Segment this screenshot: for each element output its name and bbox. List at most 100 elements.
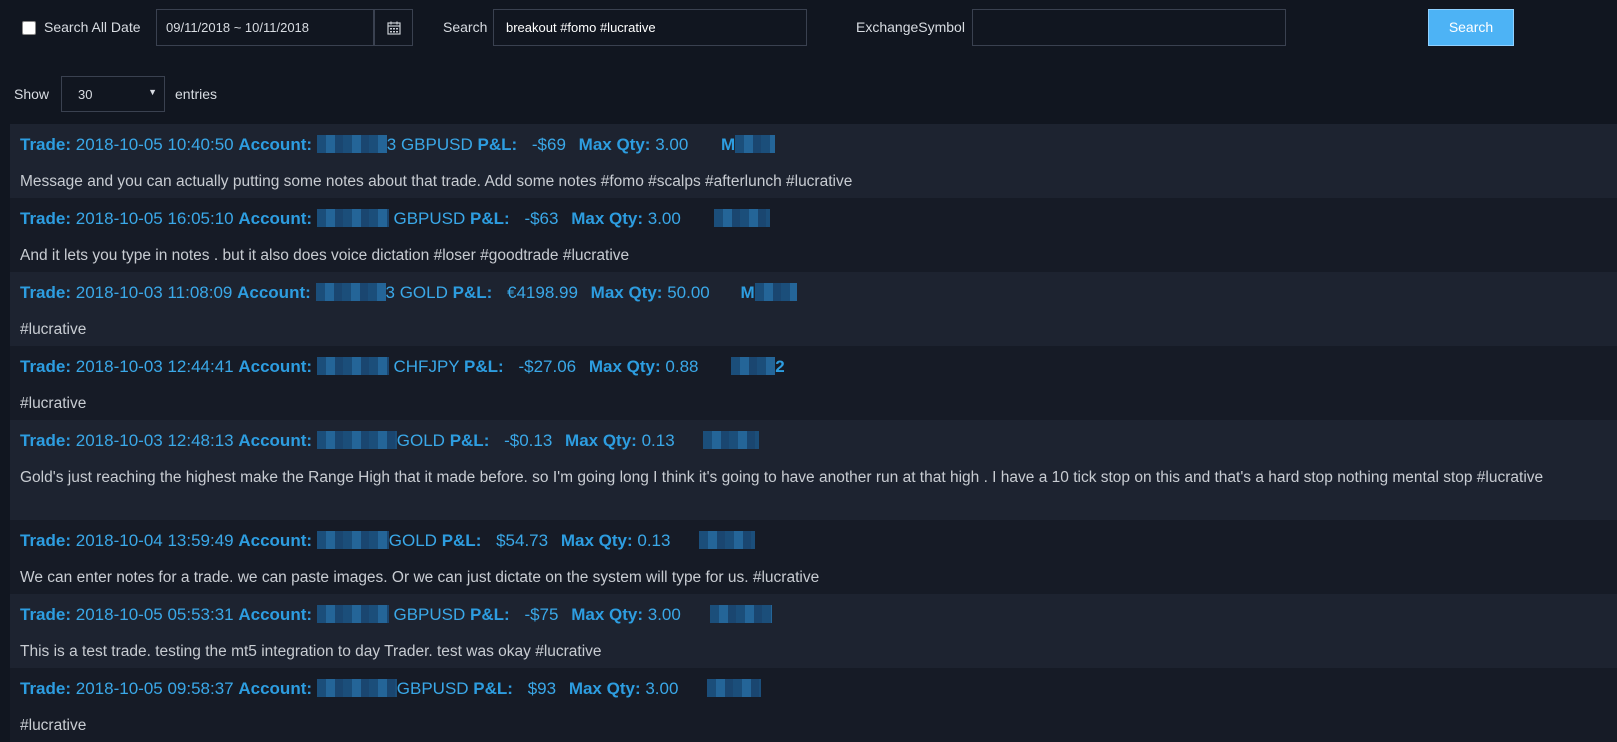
trade-label: Trade: — [20, 679, 72, 698]
trade-datetime: 2018-10-05 10:40:50 — [75, 135, 234, 154]
search-button[interactable]: Search — [1428, 9, 1514, 46]
maxqty-label: Max Qty: — [578, 135, 651, 154]
show-label: Show — [14, 86, 50, 102]
user-redacted — [709, 605, 772, 623]
user-tag: M — [721, 135, 736, 154]
account-label: Account: — [238, 431, 313, 450]
entries-select[interactable]: 30 ▼ — [61, 76, 165, 112]
list-item[interactable]: Trade: 2018-10-03 12:44:41 Account: CHFJ… — [10, 346, 1617, 420]
maxqty-label: Max Qty: — [571, 605, 643, 624]
pnl-value: -$63 — [524, 209, 559, 228]
trade-note: #lucrative — [20, 321, 87, 338]
account-symbol: 3 GBPUSD — [386, 135, 473, 154]
list-item[interactable]: Trade: 2018-10-05 09:58:37 Account: GBPU… — [10, 668, 1617, 742]
trade-note: #lucrative — [20, 717, 87, 734]
trade-datetime: 2018-10-03 12:44:41 — [75, 357, 234, 376]
account-redacted — [315, 283, 386, 301]
account-redacted — [316, 209, 389, 227]
maxqty-label: Max Qty: — [568, 679, 641, 698]
user-redacted — [713, 209, 770, 227]
account-label: Account: — [238, 357, 313, 376]
user-tag: 2 — [775, 357, 785, 376]
account-symbol: GBPUSD — [393, 605, 466, 624]
pnl-value: -$69 — [531, 135, 566, 154]
pnl-value: $93 — [527, 679, 557, 698]
list-item[interactable]: Trade: 2018-10-03 12:48:13 Account: GOLD… — [10, 420, 1617, 520]
search-all-date-checkbox[interactable] — [22, 21, 36, 35]
user-tag: M — [740, 283, 755, 302]
user-redacted — [731, 357, 776, 375]
pnl-value: €4198.99 — [507, 283, 578, 302]
trade-header: Trade: 2018-10-03 11:08:09 Account: 3 GO… — [20, 283, 797, 303]
trade-label: Trade: — [20, 605, 72, 624]
user-redacted — [703, 431, 760, 449]
user-redacted — [699, 531, 756, 549]
trade-datetime: 2018-10-05 16:05:10 — [75, 209, 234, 228]
account-redacted — [316, 357, 389, 375]
trade-header: Trade: 2018-10-05 09:58:37 Account: GBPU… — [20, 679, 762, 699]
list-item[interactable]: Trade: 2018-10-05 10:40:50 Account: 3 GB… — [10, 124, 1617, 198]
list-item[interactable]: Trade: 2018-10-05 16:05:10 Account: GBPU… — [10, 198, 1617, 272]
maxqty-value: 3.00 — [655, 135, 689, 154]
trade-notes-list: Trade: 2018-10-05 10:40:50 Account: 3 GB… — [10, 124, 1617, 742]
pnl-value: -$27.06 — [518, 357, 577, 376]
pnl-value: -$75 — [524, 605, 559, 624]
list-item[interactable]: Trade: 2018-10-05 05:53:31 Account: GBPU… — [10, 594, 1617, 668]
list-item[interactable]: Trade: 2018-10-03 11:08:09 Account: 3 GO… — [10, 272, 1617, 346]
maxqty-label: Max Qty: — [560, 531, 633, 550]
pnl-value: $54.73 — [496, 531, 549, 550]
user-redacted — [735, 135, 776, 153]
calendar-button[interactable] — [374, 9, 413, 46]
account-redacted — [316, 135, 387, 153]
trade-datetime: 2018-10-04 13:59:49 — [75, 531, 234, 550]
pnl-label: P&L: — [441, 531, 482, 550]
account-symbol: 3 GOLD — [385, 283, 448, 302]
pnl-label: P&L: — [452, 283, 493, 302]
trade-label: Trade: — [20, 135, 72, 154]
date-range-input[interactable]: 09/11/2018 ~ 10/11/2018 — [156, 9, 374, 46]
trade-header: Trade: 2018-10-05 05:53:31 Account: GBPU… — [20, 605, 772, 625]
account-symbol: GOLD — [396, 431, 445, 450]
maxqty-label: Max Qty: — [590, 283, 663, 302]
exchange-symbol-input[interactable] — [972, 9, 1286, 46]
maxqty-value: 3.00 — [645, 679, 679, 698]
trade-datetime: 2018-10-05 09:58:37 — [75, 679, 234, 698]
trade-header: Trade: 2018-10-03 12:48:13 Account: GOLD… — [20, 431, 760, 451]
search-all-date-label: Search All Date — [44, 19, 141, 35]
maxqty-label: Max Qty: — [565, 431, 637, 450]
trade-datetime: 2018-10-05 05:53:31 — [75, 605, 234, 624]
trade-note: And it lets you type in notes . but it a… — [20, 247, 630, 264]
account-label: Account: — [238, 531, 313, 550]
maxqty-label: Max Qty: — [571, 209, 643, 228]
trade-label: Trade: — [20, 531, 72, 550]
list-item[interactable]: Trade: 2018-10-04 13:59:49 Account: GOLD… — [10, 520, 1617, 594]
trade-note: Message and you can actually putting som… — [20, 173, 853, 190]
caret-down-icon: ▼ — [148, 87, 157, 97]
pnl-label: P&L: — [473, 679, 513, 698]
entries-select-value: 30 — [78, 87, 93, 102]
account-label: Account: — [237, 283, 311, 302]
maxqty-value: 3.00 — [647, 209, 681, 228]
trade-label: Trade: — [20, 283, 72, 302]
account-redacted — [316, 531, 389, 549]
maxqty-label: Max Qty: — [588, 357, 661, 376]
trade-header: Trade: 2018-10-04 13:59:49 Account: GOLD… — [20, 531, 756, 551]
account-symbol: GBPUSD — [393, 209, 466, 228]
search-input[interactable]: breakout #fomo #lucrative — [493, 9, 807, 46]
trade-header: Trade: 2018-10-05 16:05:10 Account: GBPU… — [20, 209, 770, 229]
search-label: Search — [443, 19, 488, 35]
trade-note: #lucrative — [20, 395, 87, 412]
account-label: Account: — [238, 679, 313, 698]
pnl-label: P&L: — [470, 605, 510, 624]
maxqty-value: 50.00 — [667, 283, 710, 302]
trade-note: Gold's just reaching the highest make th… — [20, 469, 1544, 486]
account-symbol: CHFJPY — [393, 357, 460, 376]
trade-header: Trade: 2018-10-03 12:44:41 Account: CHFJ… — [20, 357, 785, 377]
account-label: Account: — [238, 209, 313, 228]
account-redacted — [316, 679, 397, 697]
pnl-value: -$0.13 — [504, 431, 553, 450]
trade-datetime: 2018-10-03 11:08:09 — [75, 283, 233, 302]
user-redacted — [754, 283, 797, 301]
maxqty-value: 3.00 — [647, 605, 681, 624]
user-redacted — [707, 679, 762, 697]
